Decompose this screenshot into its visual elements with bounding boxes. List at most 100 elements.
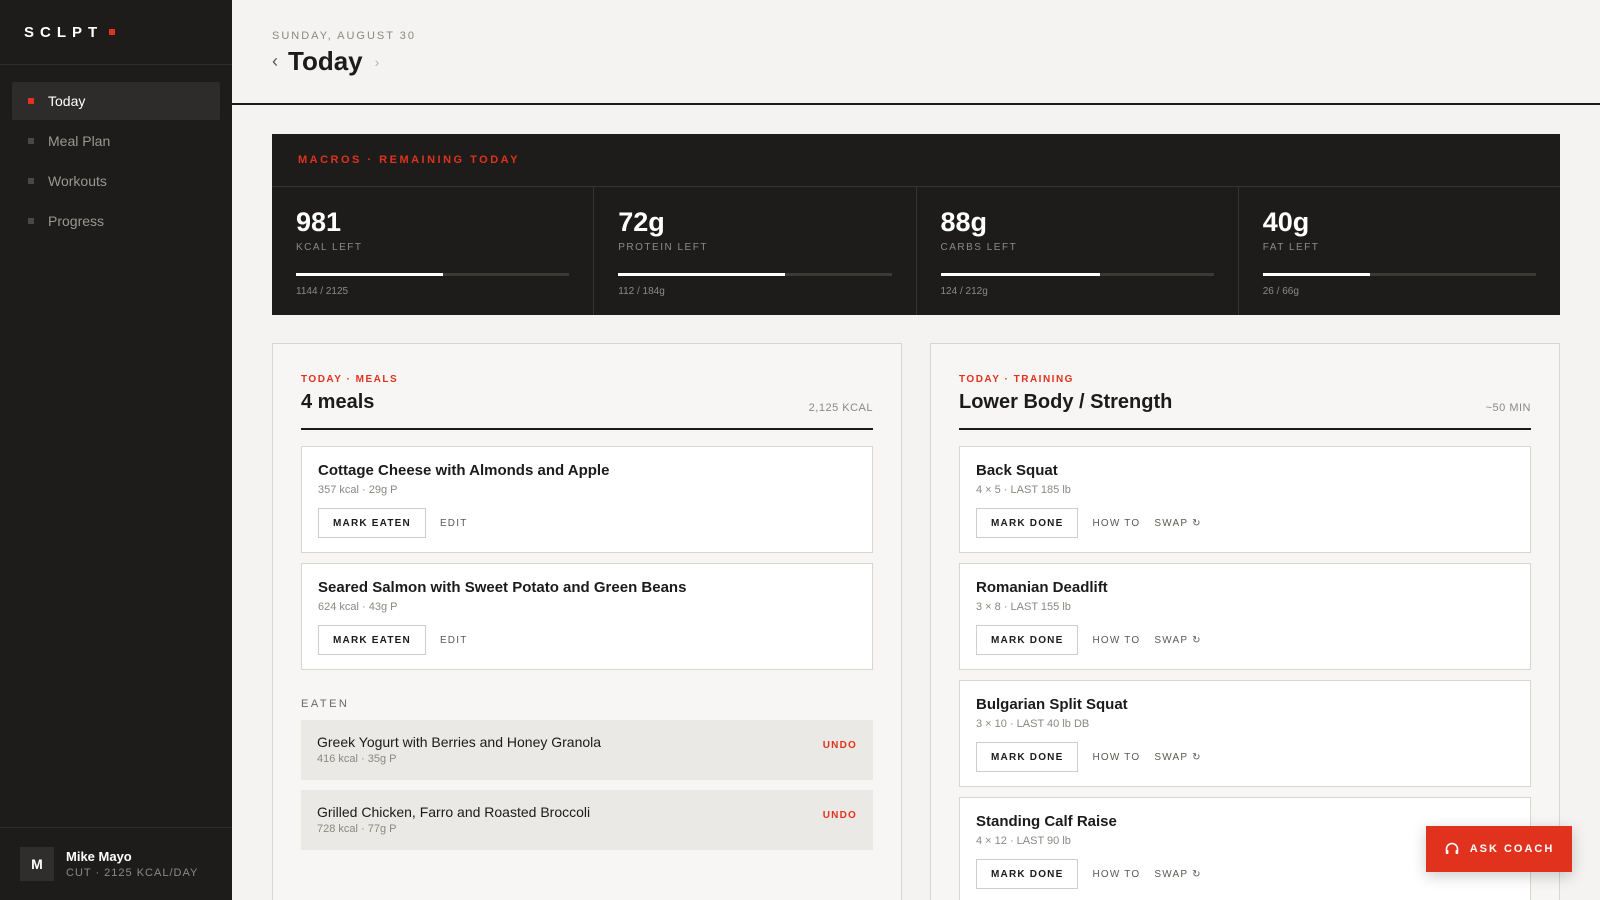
meals-panel: TODAY · MEALS 4 meals 2,125 KCAL Cottage…: [272, 343, 902, 900]
macro-value: 981: [296, 207, 342, 237]
main-content: SUNDAY, AUGUST 30 ‹ Today › MACROS · REM…: [232, 0, 1600, 900]
meal-nutrition: 624 kcal · 43g P: [318, 601, 398, 613]
brand-logo[interactable]: SCLPT: [24, 24, 103, 41]
exercise-name: Back Squat: [976, 462, 1058, 479]
how-to-link[interactable]: HOW TO: [1092, 518, 1140, 529]
macros-panel: MACROS · REMAINING TODAY 981 KCAL LEFT 1…: [272, 134, 1560, 315]
macros-label: MACROS · REMAINING TODAY: [298, 154, 520, 166]
edit-meal-link[interactable]: EDIT: [440, 635, 468, 646]
macro-fat: 40g FAT LEFT 26 / 66g: [1239, 187, 1560, 315]
macro-label: PROTEIN LEFT: [618, 242, 708, 253]
mark-eaten-button[interactable]: MARK EATEN: [318, 508, 426, 538]
nav-dot-icon: [28, 218, 34, 224]
how-to-link[interactable]: HOW TO: [1092, 635, 1140, 646]
meal-name: Seared Salmon with Sweet Potato and Gree…: [318, 579, 687, 596]
exercise-sets: 3 × 8 · LAST 155 lb: [976, 601, 1071, 613]
macro-progress-bar: [1262, 273, 1536, 276]
sidebar-item-label: Today: [48, 93, 86, 109]
macro-label: FAT LEFT: [1262, 242, 1320, 253]
nav-dot-icon: [28, 138, 34, 144]
macro-protein: 72g PROTEIN LEFT 112 / 184g: [594, 187, 917, 315]
how-to-link[interactable]: HOW TO: [1092, 752, 1140, 763]
macro-value: 72g: [618, 207, 665, 237]
brand-dot-icon: [109, 29, 116, 35]
page-header: SUNDAY, AUGUST 30 ‹ Today ›: [232, 0, 1600, 105]
swap-link[interactable]: SWAP ↻: [1154, 518, 1201, 529]
sidebar-item-workouts[interactable]: Workouts: [12, 162, 220, 200]
meals-kicker: TODAY · MEALS: [301, 374, 399, 385]
macro-label: CARBS LEFT: [940, 242, 1018, 253]
nav-dot-icon: [28, 178, 34, 184]
macro-kcal: 981 KCAL LEFT 1144 / 2125: [272, 187, 595, 315]
macro-carbs: 88g CARBS LEFT 124 / 212g: [917, 187, 1239, 315]
swap-link[interactable]: SWAP ↻: [1154, 869, 1201, 880]
macro-progress-text: 26 / 66g: [1262, 286, 1299, 297]
sidebar-nav: Today Meal Plan Workouts Progress: [0, 65, 232, 259]
ask-coach-button[interactable]: ASK COACH: [1426, 826, 1572, 872]
user-name: Mike Mayo: [66, 849, 132, 864]
page-title: Today: [288, 46, 363, 76]
exercise-name: Romanian Deadlift: [976, 579, 1108, 596]
edit-meal-link[interactable]: EDIT: [440, 518, 468, 529]
training-kicker: TODAY · TRAINING: [959, 374, 1074, 385]
meal-nutrition: 416 kcal · 35g P: [317, 753, 397, 765]
meal-card: Seared Salmon with Sweet Potato and Gree…: [301, 563, 873, 670]
meals-title: 4 meals: [301, 391, 375, 413]
mark-done-button[interactable]: MARK DONE: [976, 859, 1079, 889]
mark-done-button[interactable]: MARK DONE: [976, 742, 1079, 772]
macro-progress-fill: [940, 273, 1101, 276]
macro-progress-text: 112 / 184g: [618, 286, 665, 297]
eaten-meal-item: Greek Yogurt with Berries and Honey Gran…: [301, 720, 873, 780]
macro-progress-fill: [618, 273, 785, 276]
sidebar-item-label: Meal Plan: [48, 133, 111, 149]
macro-progress-bar: [940, 273, 1214, 276]
exercise-card: Bulgarian Split Squat 3 × 10 · LAST 40 l…: [959, 680, 1531, 787]
chevron-right-icon[interactable]: ›: [375, 54, 380, 70]
sidebar: SCLPT Today Meal Plan Workouts Progress …: [0, 0, 232, 900]
macro-progress-text: 1144 / 2125: [296, 286, 349, 297]
exercise-card: Romanian Deadlift 3 × 8 · LAST 155 lb MA…: [959, 563, 1531, 670]
meal-name: Cottage Cheese with Almonds and Apple: [318, 462, 610, 479]
macro-progress-text: 124 / 212g: [940, 286, 988, 297]
macro-progress-fill: [296, 273, 443, 276]
macro-value: 40g: [1262, 207, 1310, 237]
how-to-link[interactable]: HOW TO: [1092, 869, 1140, 880]
page-date: SUNDAY, AUGUST 30: [272, 30, 417, 42]
sidebar-item-label: Workouts: [48, 173, 107, 189]
user-profile[interactable]: M Mike Mayo CUT · 2125 KCAL/DAY: [0, 827, 232, 900]
exercise-name: Bulgarian Split Squat: [976, 696, 1128, 713]
training-title: Lower Body / Strength: [959, 391, 1173, 413]
meals-total-kcal: 2,125 KCAL: [808, 402, 873, 414]
training-panel: TODAY · TRAINING Lower Body / Strength ~…: [930, 343, 1560, 900]
sidebar-item-meal-plan[interactable]: Meal Plan: [12, 122, 220, 160]
sidebar-item-progress[interactable]: Progress: [12, 202, 220, 240]
brand: SCLPT: [0, 0, 232, 65]
macro-value: 88g: [940, 207, 988, 237]
exercise-sets: 3 × 10 · LAST 40 lb DB: [976, 718, 1090, 730]
swap-link[interactable]: SWAP ↻: [1154, 635, 1201, 646]
macro-progress-fill: [1262, 273, 1371, 276]
user-plan: CUT · 2125 KCAL/DAY: [66, 867, 199, 879]
meal-name: Grilled Chicken, Farro and Roasted Brocc…: [317, 804, 591, 820]
nav-dot-icon: [28, 98, 34, 104]
meal-nutrition: 357 kcal · 29g P: [318, 484, 398, 496]
sidebar-item-today[interactable]: Today: [12, 82, 220, 120]
headset-icon: [1445, 842, 1458, 854]
meal-nutrition: 728 kcal · 77g P: [317, 823, 397, 835]
mark-done-button[interactable]: MARK DONE: [976, 508, 1079, 538]
undo-button[interactable]: UNDO: [823, 810, 857, 850]
macro-progress-bar: [296, 273, 570, 276]
mark-eaten-button[interactable]: MARK EATEN: [318, 625, 426, 655]
exercise-sets: 4 × 5 · LAST 185 lb: [976, 484, 1071, 496]
swap-link[interactable]: SWAP ↻: [1154, 752, 1201, 763]
training-duration: ~50 MIN: [1485, 402, 1531, 414]
macro-label: KCAL LEFT: [296, 242, 363, 253]
undo-button[interactable]: UNDO: [823, 740, 857, 780]
mark-done-button[interactable]: MARK DONE: [976, 625, 1079, 655]
eaten-meal-item: Grilled Chicken, Farro and Roasted Brocc…: [301, 790, 873, 850]
meal-name: Greek Yogurt with Berries and Honey Gran…: [317, 734, 602, 750]
ask-coach-label: ASK COACH: [1469, 843, 1555, 855]
sidebar-item-label: Progress: [48, 213, 105, 229]
macro-progress-bar: [618, 273, 892, 276]
chevron-left-icon[interactable]: ‹: [272, 51, 278, 72]
